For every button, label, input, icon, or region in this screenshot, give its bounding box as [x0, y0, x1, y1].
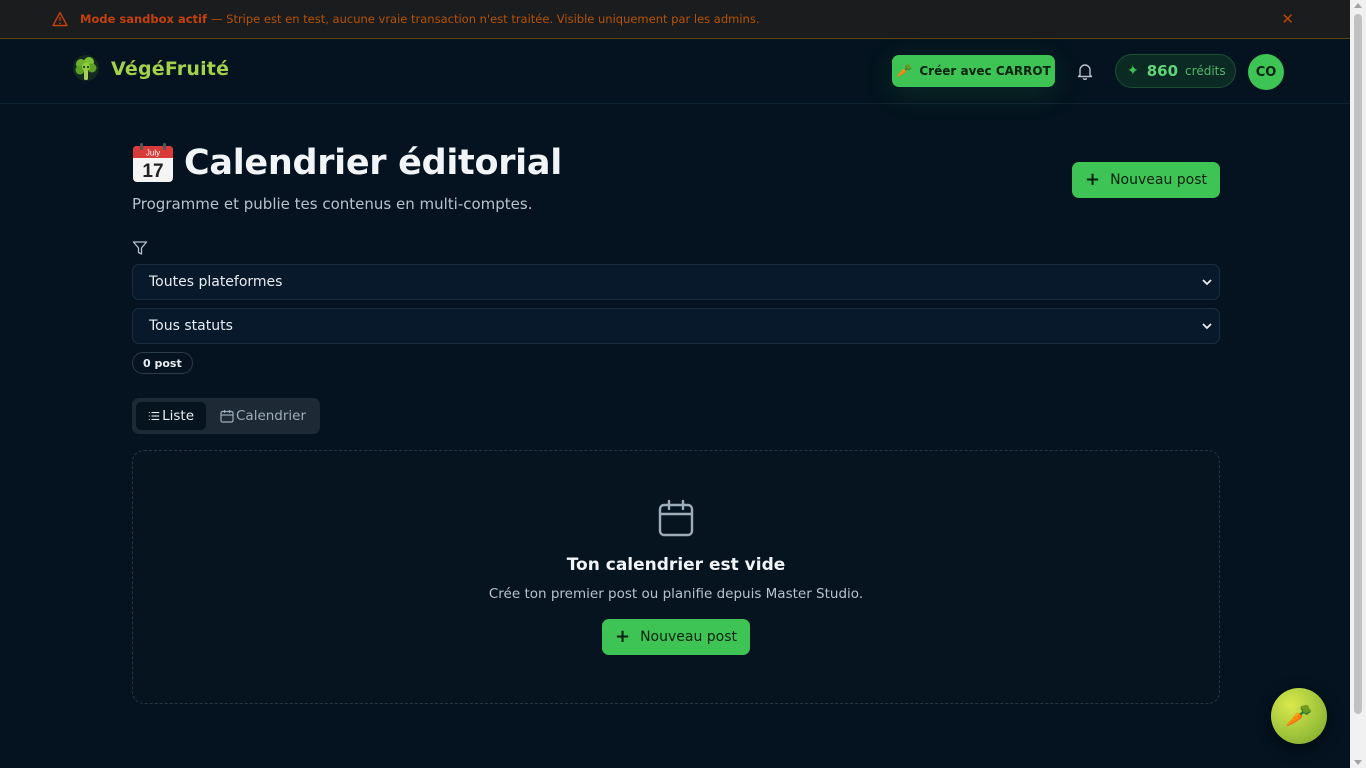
carrot-icon: 🥕 — [1285, 703, 1313, 729]
tab-calendar[interactable]: Calendrier — [208, 402, 318, 430]
platform-select-value: Toutes plateformes — [149, 274, 283, 290]
status-select[interactable]: Tous statuts — [132, 308, 1220, 344]
calendar-icon — [658, 499, 694, 537]
page-scrollbar[interactable] — [1350, 0, 1366, 768]
platform-select[interactable]: Toutes plateformes — [132, 264, 1220, 300]
chevron-down-icon — [1202, 323, 1212, 330]
carrot-icon: 🥕 — [896, 63, 913, 79]
credits-badge[interactable]: ✦ 860 crédits — [1115, 54, 1236, 88]
create-with-carrot-label: Créer avec CARROT — [919, 64, 1051, 78]
page-subtitle: Programme et publie tes contenus en mult… — [132, 195, 533, 213]
plus-icon: + — [614, 626, 631, 647]
list-icon — [148, 411, 160, 421]
notification-bell-icon[interactable] — [1075, 61, 1095, 81]
calendar-icon — [220, 410, 234, 423]
calendar-emoji-icon: July 17 — [133, 143, 173, 182]
view-tabs: Liste Calendrier — [132, 398, 320, 434]
empty-state-description: Crée ton premier post ou planifie depuis… — [488, 586, 864, 602]
empty-new-post-label: Nouveau post — [640, 629, 738, 645]
sandbox-banner-title: Mode sandbox actif — [80, 12, 207, 26]
tab-list[interactable]: Liste — [136, 402, 206, 430]
empty-new-post-button[interactable]: + Nouveau post — [602, 619, 750, 655]
brand-link[interactable]: VégéFruité — [72, 55, 229, 83]
tab-calendar-label: Calendrier — [236, 408, 307, 424]
user-avatar[interactable]: CO — [1248, 54, 1284, 90]
new-post-label: Nouveau post — [1110, 172, 1208, 188]
scroll-down-arrow-icon[interactable] — [1354, 760, 1362, 765]
filter-icon — [132, 241, 148, 255]
post-count-badge: 0 post — [132, 352, 193, 374]
new-post-button[interactable]: + Nouveau post — [1072, 162, 1220, 198]
close-banner-button[interactable]: ✕ — [1281, 10, 1294, 28]
status-select-value: Tous statuts — [149, 318, 233, 334]
page-title-row: July 17 Calendrier éditorial — [132, 143, 562, 183]
credits-label: crédits — [1185, 64, 1226, 78]
credits-value: 860 — [1146, 62, 1179, 80]
chevron-down-icon — [1202, 279, 1212, 286]
sparkle-icon: ✦ — [1127, 63, 1139, 79]
calendar-emoji-day: 17 — [142, 161, 163, 182]
broccoli-logo-icon — [73, 55, 99, 81]
empty-state-panel: Ton calendrier est vide Crée ton premier… — [132, 450, 1220, 704]
carrot-assistant-button[interactable]: 🥕 — [1271, 688, 1327, 744]
plus-icon: + — [1084, 169, 1101, 190]
scroll-up-arrow-icon[interactable] — [1354, 3, 1362, 8]
empty-state-title: Ton calendrier est vide — [566, 555, 786, 575]
calendar-emoji-month: July — [146, 149, 160, 158]
sandbox-banner: Mode sandbox actif — Stripe est en test,… — [0, 0, 1350, 39]
tab-list-label: Liste — [162, 408, 194, 424]
scrollbar-thumb[interactable] — [1354, 14, 1362, 714]
top-header: VégéFruité 🥕 Créer avec CARROT ✦ 860 cré… — [0, 39, 1350, 104]
sandbox-banner-message: — Stripe est en test, aucune vraie trans… — [210, 12, 760, 26]
brand-name: VégéFruité — [111, 58, 230, 80]
create-with-carrot-button[interactable]: 🥕 Créer avec CARROT — [892, 55, 1055, 87]
warning-icon — [52, 11, 68, 27]
page-title: Calendrier éditorial — [184, 143, 562, 183]
